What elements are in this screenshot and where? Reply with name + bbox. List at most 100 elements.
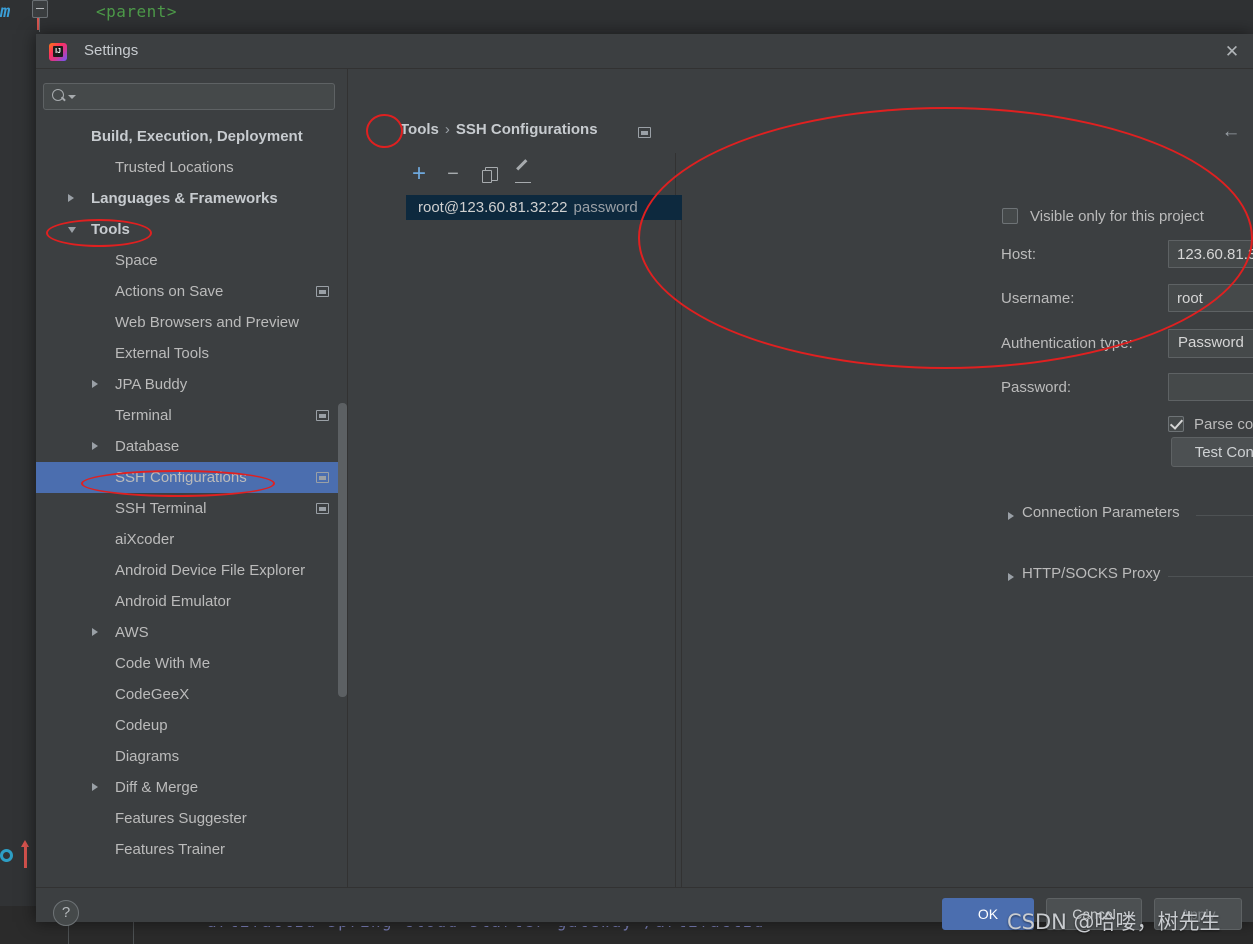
sidebar-item-actions-on-save[interactable]: Actions on Save <box>36 276 347 307</box>
sidebar-item-android-emulator[interactable]: Android Emulator <box>36 586 347 617</box>
editor-top-strip <box>0 0 1253 30</box>
pencil-icon <box>515 167 531 183</box>
sidebar-item-ssh-terminal[interactable]: SSH Terminal <box>36 493 347 524</box>
config-list-item[interactable]: root@123.60.81.32:22 password <box>406 195 682 220</box>
sidebar-item-label: aiXcoder <box>115 531 175 548</box>
sidebar-item-external-tools[interactable]: External Tools <box>36 338 347 369</box>
sidebar-item-label: CodeGeeX <box>115 686 190 703</box>
search-box[interactable] <box>43 83 335 110</box>
breadcrumb-root[interactable]: Tools <box>400 121 439 138</box>
config-list <box>406 195 682 895</box>
chevron-right-icon[interactable] <box>92 380 98 388</box>
close-icon[interactable]: ✕ <box>1221 41 1243 63</box>
code-fold-icon[interactable] <box>32 0 48 18</box>
sidebar-item-label: Database <box>115 438 180 455</box>
search-input[interactable] <box>70 87 328 107</box>
username-input[interactable] <box>1168 284 1253 312</box>
authentication-type-label: Authentication type: <box>1001 335 1133 352</box>
sidebar-item-trusted-locations[interactable]: Trusted Locations <box>36 152 347 183</box>
sidebar-item-codeup[interactable]: Codeup <box>36 710 347 741</box>
section-rule <box>1196 515 1253 516</box>
sidebar-item-jpa-buddy[interactable]: JPA Buddy <box>36 369 347 400</box>
chevron-right-icon <box>1008 512 1014 520</box>
sidebar-item-label: Web Browsers and Preview <box>115 314 299 331</box>
sidebar-item-label: Trusted Locations <box>115 159 234 176</box>
parse-config-checkbox[interactable] <box>1168 416 1184 432</box>
sidebar-item-label: Languages & Frameworks <box>91 190 278 207</box>
sidebar-item-web-browsers-and-preview[interactable]: Web Browsers and Preview <box>36 307 347 338</box>
sidebar-item-languages-frameworks[interactable]: Languages & Frameworks <box>36 183 347 214</box>
project-scope-chip-icon <box>316 286 329 297</box>
project-scope-chip-icon <box>316 410 329 421</box>
search-icon <box>52 89 65 102</box>
test-connection-button[interactable]: Test Connection <box>1171 437 1253 467</box>
authentication-type-select[interactable]: Password <box>1168 329 1253 358</box>
chevron-down-icon[interactable] <box>68 227 76 237</box>
sidebar-item-aixcoder[interactable]: aiXcoder <box>36 524 347 555</box>
sidebar-item-codegeex[interactable]: CodeGeeX <box>36 679 347 710</box>
chevron-right-icon[interactable] <box>92 442 98 450</box>
visible-only-checkbox[interactable] <box>1002 208 1018 224</box>
project-scope-chip-icon <box>638 127 651 138</box>
nav-back-arrow-icon[interactable]: ← <box>1218 119 1244 145</box>
breadcrumb-current: SSH Configurations <box>455 121 598 138</box>
sidebar-item-label: Space <box>115 252 158 269</box>
dialog-body: Build, Execution, Deployment Trusted Loca… <box>36 69 1253 895</box>
sidebar-item-label: Android Device File Explorer <box>115 562 306 579</box>
sidebar-item-label: Code With Me <box>115 655 211 672</box>
run-arrow-icon-bottom <box>21 840 29 868</box>
config-list-toolbar: + − <box>406 161 686 195</box>
sidebar-item-tools[interactable]: Tools <box>36 214 347 245</box>
section-rule <box>1168 576 1253 577</box>
sidebar-item-database[interactable]: Database <box>36 431 347 462</box>
sidebar-item-label: SSH Terminal <box>115 500 207 517</box>
sidebar-item-aws[interactable]: AWS <box>36 617 347 648</box>
add-configuration-button[interactable]: + <box>406 161 432 187</box>
sidebar-scrollbar-thumb[interactable] <box>338 403 347 697</box>
chevron-right-icon[interactable] <box>68 194 74 202</box>
config-item-name: root@123.60.81.32:22 <box>418 199 568 216</box>
sidebar-item-features-trainer[interactable]: Features Trainer <box>36 834 347 865</box>
sidebar-item-features-suggester[interactable]: Features Suggester <box>36 803 347 834</box>
sidebar-item-label: Tools <box>91 221 130 238</box>
sidebar-item-space[interactable]: Space <box>36 245 347 276</box>
copy-configuration-button[interactable] <box>476 161 502 187</box>
chevron-right-icon[interactable] <box>92 783 98 791</box>
sidebar-item-label: Diagrams <box>115 748 180 765</box>
sidebar-item-android-device-file-explorer[interactable]: Android Device File Explorer <box>36 555 347 586</box>
settings-tree: Build, Execution, Deployment Trusted Loca… <box>36 121 347 887</box>
sidebar-item-label: Terminal <box>115 407 172 424</box>
sidebar-item-diff-merge[interactable]: Diff & Merge <box>36 772 347 803</box>
editor-code-parent-tag: <parent> <box>96 2 178 21</box>
chevron-right-icon <box>1008 573 1014 581</box>
host-label: Host: <box>1001 246 1037 263</box>
sidebar-item-terminal[interactable]: Terminal <box>36 400 347 431</box>
sidebar-item-label: Diff & Merge <box>115 779 199 796</box>
edit-configuration-button[interactable] <box>510 161 536 187</box>
host-input[interactable] <box>1168 240 1253 268</box>
chevron-right-icon[interactable] <box>92 628 98 636</box>
breakpoint-icon[interactable] <box>0 849 13 862</box>
copy-icon <box>482 167 498 183</box>
password-input[interactable] <box>1168 373 1253 401</box>
dialog-title: Settings <box>84 42 139 59</box>
section-http-socks-proxy-label: HTTP/SOCKS Proxy <box>1022 565 1161 582</box>
username-label: Username: <box>1001 290 1075 307</box>
intellij-idea-icon: IJ <box>49 43 67 61</box>
help-button[interactable]: ? <box>53 900 79 926</box>
authentication-type-value: Password <box>1178 334 1244 351</box>
code-fold-line <box>39 18 40 32</box>
sidebar-item-code-with-me[interactable]: Code With Me <box>36 648 347 679</box>
sidebar-item-label: JPA Buddy <box>115 376 188 393</box>
sidebar-item-diagrams[interactable]: Diagrams <box>36 741 347 772</box>
sidebar-item-ssh-configurations[interactable]: SSH Configurations <box>36 462 347 493</box>
sidebar-item-label: AWS <box>115 624 149 641</box>
config-item-auth-mode: password <box>573 199 638 216</box>
dialog-titlebar: IJ Settings ✕ <box>36 34 1253 69</box>
remove-configuration-button[interactable]: − <box>440 161 466 187</box>
visible-only-label[interactable]: Visible only for this project <box>1030 208 1204 225</box>
sidebar-item-build-execution-deployment[interactable]: Build, Execution, Deployment <box>36 121 347 152</box>
sidebar-item-label: Codeup <box>115 717 168 734</box>
parse-config-label[interactable]: Parse config file ~/.ssh/config <box>1194 416 1253 433</box>
project-scope-chip-icon <box>316 503 329 514</box>
